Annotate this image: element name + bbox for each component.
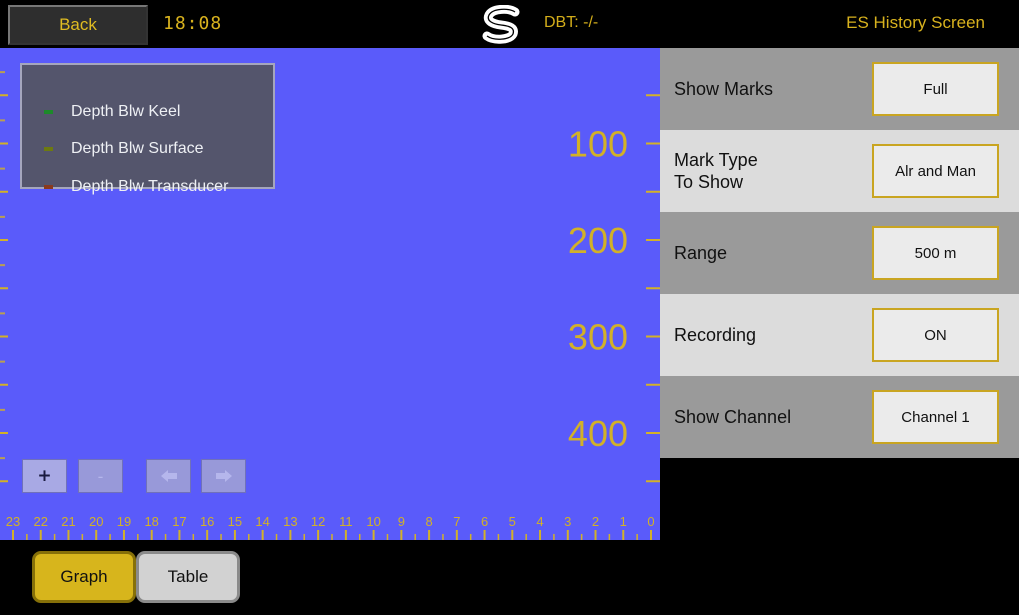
x-axis-tick-label: 19 [117,514,131,529]
clock: 18:08 [163,13,223,34]
x-axis-tick-label: 22 [34,514,48,529]
legend-label: Depth Blw Surface [71,140,204,157]
setting-label: Mark Type To Show [674,150,758,192]
setting-recording: Recording ON [660,294,1019,376]
setting-range: Range 500 m [660,212,1019,294]
depth-history-chart[interactable]: 100 200 300 400 23 22 21 20 19 18 17 16 15 14 13 12 11 10… [0,48,660,540]
tab-table[interactable]: Table [136,551,240,603]
setting-label: Show Channel [674,407,792,427]
legend-label: Depth Blw Keel [71,103,181,120]
legend-swatch [44,147,53,151]
zoom-in-button[interactable]: + [22,459,67,493]
x-axis-tick-label: 4 [536,514,543,529]
x-axis-tick-label: 12 [311,514,325,529]
dbt-readout: DBT: -/- [544,14,599,31]
legend-swatch [44,185,53,189]
setting-mark-type: Mark Type To Show Alr and Man [660,130,1019,212]
chart-legend: Depth Blw Keel Depth Blw Surface Depth B… [20,63,275,195]
x-axis-tick-label: 0 [647,514,654,529]
tab-graph[interactable]: Graph [32,551,136,603]
setting-show-marks: Show Marks Full [660,48,1019,130]
x-axis-tick-label: 2 [592,514,599,529]
setting-label: Show Marks [674,79,774,99]
back-button[interactable]: Back [8,5,148,45]
x-axis-tick-label: 21 [61,514,75,529]
x-axis-tick-label: 9 [398,514,405,529]
x-axis-tick-label: 5 [509,514,516,529]
legend-item-surface: Depth Blw Surface [44,137,204,161]
x-axis-tick-label: 14 [255,514,269,529]
range-button[interactable]: 500 m [872,226,999,280]
logo-icon [477,4,527,46]
x-axis-tick-label: 10 [366,514,380,529]
setting-show-channel: Show Channel Channel 1 [660,376,1019,458]
x-axis-tick-label: 11 [339,514,353,529]
arrow-right-icon [215,470,232,482]
recording-button[interactable]: ON [872,308,999,362]
x-axis-tick-label: 16 [200,514,214,529]
setting-label: Recording [674,325,757,345]
x-axis-tick-label: 1 [620,514,627,529]
x-axis-tick-label: 13 [283,514,297,529]
setting-label: Range [674,243,728,263]
legend-item-transducer: Depth Blw Transducer [44,175,228,199]
x-axis-tick-label: 18 [144,514,158,529]
mark-type-button[interactable]: Alr and Man [872,144,999,198]
show-channel-button[interactable]: Channel 1 [872,390,999,444]
screen-title: ES History Screen [846,13,985,32]
legend-label: Depth Blw Transducer [71,178,229,195]
x-axis-tick-label: 15 [228,514,242,529]
x-axis-tick-label: 23 [6,514,20,529]
x-axis-tick-label: 17 [172,514,186,529]
scroll-left-button[interactable] [146,459,191,493]
bottom-bar: Graph Table [0,540,1019,615]
settings-panel: Show Marks Full Mark Type To Show Alr an… [660,48,1019,460]
zoom-out-button[interactable]: - [78,459,123,493]
x-axis-tick-label: 8 [425,514,432,529]
x-axis-tick-label: 20 [89,514,103,529]
scroll-right-button[interactable] [201,459,246,493]
y-axis-tick-label: 300 [568,317,628,358]
x-axis-tick-label: 7 [453,514,460,529]
legend-swatch [44,110,53,114]
arrow-left-icon [160,470,177,482]
y-axis-tick-label: 400 [568,413,628,454]
y-axis-tick-label: 200 [568,220,628,261]
legend-item-keel: Depth Blw Keel [44,100,180,124]
top-bar: Back 18:08 DBT: -/- ES History Screen [0,0,1019,48]
x-axis-tick-label: 6 [481,514,488,529]
x-axis-tick-label: 3 [564,514,571,529]
show-marks-button[interactable]: Full [872,62,999,116]
y-axis-tick-label: 100 [568,124,628,165]
